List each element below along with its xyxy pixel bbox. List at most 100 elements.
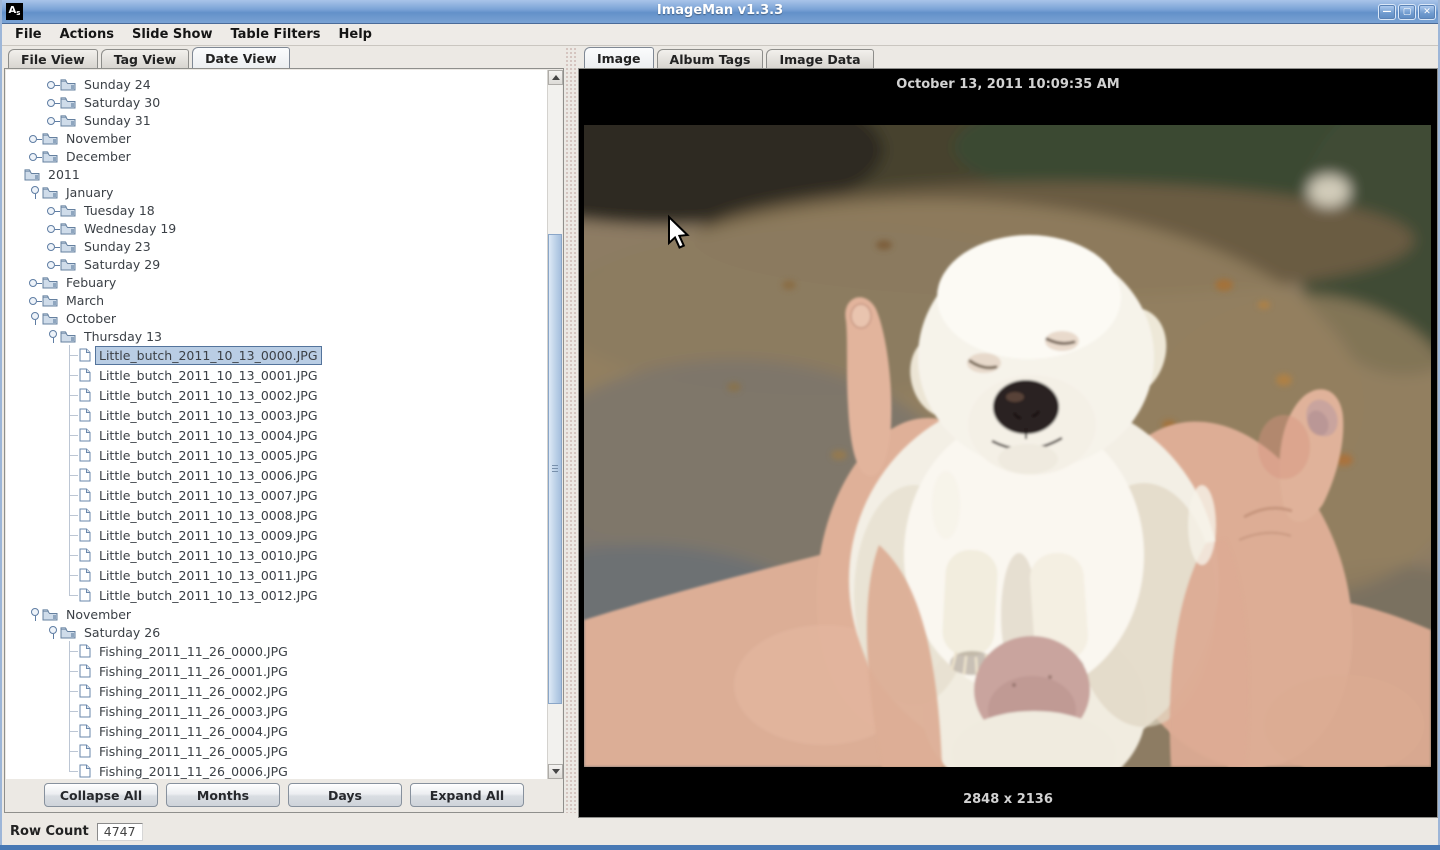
- tree-item-little-butch-2011-10-13-0003-jpg[interactable]: Little_butch_2011_10_13_0003.JPG: [6, 405, 547, 425]
- tree-connector: [64, 405, 79, 425]
- expand-handle-icon[interactable]: [46, 203, 60, 217]
- folder-icon: [60, 222, 76, 235]
- tab-file-view[interactable]: File View: [8, 49, 98, 68]
- tree-item-fishing-2011-11-26-0002-jpg[interactable]: Fishing_2011_11_26_0002.JPG: [6, 681, 547, 701]
- tree-item-little-butch-2011-10-13-0007-jpg[interactable]: Little_butch_2011_10_13_0007.JPG: [6, 485, 547, 505]
- menu-item-file[interactable]: File: [6, 25, 51, 44]
- scrollbar-thumb[interactable]: [548, 234, 562, 704]
- tree-item-march[interactable]: March: [6, 291, 547, 309]
- tree-item-saturday-26[interactable]: Saturday 26: [6, 623, 547, 641]
- tree-item-sunday-31[interactable]: Sunday 31: [6, 111, 547, 129]
- tree-connector: [64, 465, 79, 485]
- expand-handle-icon[interactable]: [28, 293, 42, 307]
- tree-item-2011[interactable]: 2011: [6, 165, 547, 183]
- tree-item-sunday-24[interactable]: Sunday 24: [6, 75, 547, 93]
- folder-icon: [42, 276, 58, 289]
- close-button[interactable]: ✕: [1418, 4, 1436, 20]
- expand-handle-icon[interactable]: [46, 221, 60, 235]
- minimize-button[interactable]: —: [1378, 4, 1396, 20]
- image-panel: October 13, 2011 10:09:35 AM 2848 x 2136: [578, 68, 1438, 818]
- image-dimensions: 2848 x 2136: [963, 792, 1053, 807]
- tree-item-little-butch-2011-10-13-0002-jpg[interactable]: Little_butch_2011_10_13_0002.JPG: [6, 385, 547, 405]
- tree-item-january[interactable]: January: [6, 183, 547, 201]
- menu-item-table-filters[interactable]: Table Filters: [221, 25, 329, 44]
- tree-item-little-butch-2011-10-13-0000-jpg[interactable]: Little_butch_2011_10_13_0000.JPG: [6, 345, 547, 365]
- expand-handle-icon[interactable]: [28, 275, 42, 289]
- expand-handle-icon[interactable]: [46, 113, 60, 127]
- expand-handle-icon[interactable]: [46, 77, 60, 91]
- folder-icon: [60, 330, 76, 343]
- tree-item-little-butch-2011-10-13-0010-jpg[interactable]: Little_butch_2011_10_13_0010.JPG: [6, 545, 547, 565]
- collapse-handle-icon[interactable]: [46, 625, 60, 639]
- tree-item-saturday-30[interactable]: Saturday 30: [6, 93, 547, 111]
- tree-item-thursday-13[interactable]: Thursday 13: [6, 327, 547, 345]
- split-pane-divider[interactable]: [565, 47, 578, 813]
- tree-item-little-butch-2011-10-13-0009-jpg[interactable]: Little_butch_2011_10_13_0009.JPG: [6, 525, 547, 545]
- months-button[interactable]: Months: [166, 783, 280, 807]
- file-icon: [79, 488, 91, 502]
- tree-item-little-butch-2011-10-13-0008-jpg[interactable]: Little_butch_2011_10_13_0008.JPG: [6, 505, 547, 525]
- collapse-all-button[interactable]: Collapse All: [44, 783, 158, 807]
- collapse-handle-icon[interactable]: [28, 607, 42, 621]
- tree-item-fishing-2011-11-26-0001-jpg[interactable]: Fishing_2011_11_26_0001.JPG: [6, 661, 547, 681]
- tree-connector: [64, 681, 79, 701]
- tree-item-little-butch-2011-10-13-0006-jpg[interactable]: Little_butch_2011_10_13_0006.JPG: [6, 465, 547, 485]
- menu-item-actions[interactable]: Actions: [51, 25, 123, 44]
- tab-date-view[interactable]: Date View: [192, 47, 290, 68]
- tree-item-saturday-29[interactable]: Saturday 29: [6, 255, 547, 273]
- collapse-handle-icon[interactable]: [46, 329, 60, 343]
- tree-item-label: Little_butch_2011_10_13_0005.JPG: [99, 447, 318, 463]
- tree-scrollbar[interactable]: [547, 70, 563, 779]
- expand-handle-icon[interactable]: [46, 257, 60, 271]
- tree-item-label: Saturday 30: [84, 94, 161, 110]
- file-icon: [79, 724, 91, 738]
- menu-item-slide-show[interactable]: Slide Show: [123, 25, 221, 44]
- tree-item-november[interactable]: November: [6, 129, 547, 147]
- tree-item-febuary[interactable]: Febuary: [6, 273, 547, 291]
- tree-item-little-butch-2011-10-13-0005-jpg[interactable]: Little_butch_2011_10_13_0005.JPG: [6, 445, 547, 465]
- tree-item-tuesday-18[interactable]: Tuesday 18: [6, 201, 547, 219]
- tree-item-october[interactable]: October: [6, 309, 547, 327]
- collapse-handle-icon[interactable]: [28, 185, 42, 199]
- scroll-down-button[interactable]: [548, 764, 563, 779]
- tree-connector: [64, 505, 79, 525]
- expand-handle-icon[interactable]: [28, 131, 42, 145]
- tab-tag-view[interactable]: Tag View: [100, 49, 190, 68]
- folder-icon: [42, 312, 58, 325]
- tree-item-fishing-2011-11-26-0000-jpg[interactable]: Fishing_2011_11_26_0000.JPG: [6, 641, 547, 661]
- row-count-field[interactable]: 4747: [96, 822, 143, 841]
- menu-bar: File Actions Slide Show Table Filters Help: [2, 24, 1438, 46]
- status-bar: Row Count 4747: [2, 818, 1438, 845]
- tree-item-fishing-2011-11-26-0006-jpg[interactable]: Fishing_2011_11_26_0006.JPG: [6, 761, 547, 779]
- folder-icon: [42, 186, 58, 199]
- tree-item-little-butch-2011-10-13-0004-jpg[interactable]: Little_butch_2011_10_13_0004.JPG: [6, 425, 547, 445]
- tab-image-data[interactable]: Image Data: [766, 49, 874, 68]
- tree-item-fishing-2011-11-26-0004-jpg[interactable]: Fishing_2011_11_26_0004.JPG: [6, 721, 547, 741]
- tree-item-little-butch-2011-10-13-0012-jpg[interactable]: Little_butch_2011_10_13_0012.JPG: [6, 585, 547, 605]
- expand-handle-icon[interactable]: [28, 149, 42, 163]
- tree-item-little-butch-2011-10-13-0011-jpg[interactable]: Little_butch_2011_10_13_0011.JPG: [6, 565, 547, 585]
- expand-handle-icon[interactable]: [46, 239, 60, 253]
- tree-item-label: Little_butch_2011_10_13_0012.JPG: [99, 587, 318, 603]
- tab-album-tags[interactable]: Album Tags: [656, 49, 764, 68]
- tree-connector: [64, 385, 79, 405]
- tree-item-label: Fishing_2011_11_26_0002.JPG: [99, 683, 288, 699]
- file-icon: [79, 764, 91, 778]
- tree-item-label: Little_butch_2011_10_13_0008.JPG: [99, 507, 318, 523]
- expand-all-button[interactable]: Expand All: [410, 783, 524, 807]
- maximize-button[interactable]: ▢: [1398, 4, 1416, 20]
- tab-image[interactable]: Image: [584, 47, 654, 68]
- collapse-handle-icon[interactable]: [28, 311, 42, 325]
- expand-handle-icon[interactable]: [46, 95, 60, 109]
- tree-item-wednesday-19[interactable]: Wednesday 19: [6, 219, 547, 237]
- scroll-up-button[interactable]: [548, 70, 563, 85]
- tree-item-little-butch-2011-10-13-0001-jpg[interactable]: Little_butch_2011_10_13_0001.JPG: [6, 365, 547, 385]
- days-button[interactable]: Days: [288, 783, 402, 807]
- tree-item-sunday-23[interactable]: Sunday 23: [6, 237, 547, 255]
- tree-item-fishing-2011-11-26-0005-jpg[interactable]: Fishing_2011_11_26_0005.JPG: [6, 741, 547, 761]
- tree-item-label: Fishing_2011_11_26_0004.JPG: [99, 723, 288, 739]
- menu-item-help[interactable]: Help: [330, 25, 381, 44]
- tree-item-fishing-2011-11-26-0003-jpg[interactable]: Fishing_2011_11_26_0003.JPG: [6, 701, 547, 721]
- tree-item-november[interactable]: November: [6, 605, 547, 623]
- tree-item-december[interactable]: December: [6, 147, 547, 165]
